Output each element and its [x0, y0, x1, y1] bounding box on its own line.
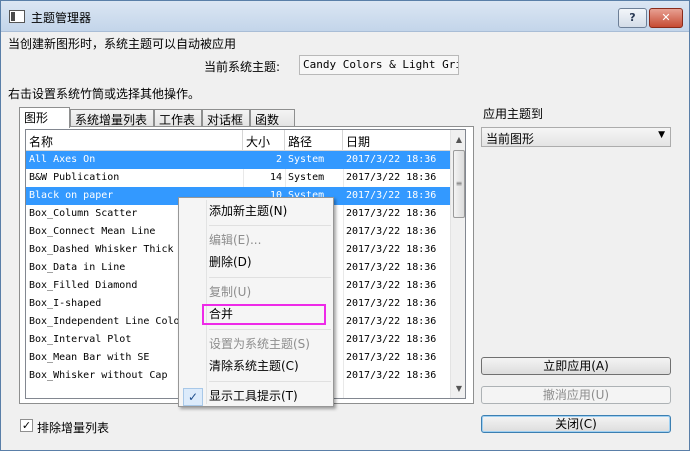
tab-function[interactable]: 函数	[250, 109, 295, 127]
scroll-up-icon[interactable]: ▲	[451, 131, 465, 148]
merge-highlight-box	[202, 304, 326, 325]
cell-name: B&W Publication	[29, 172, 120, 183]
theme-manager-window: 主题管理器 ? ✕ 当创建新图形时，系统主题可以自动被应用 当前系统主题: Ca…	[0, 0, 690, 451]
cell-size: 14	[269, 172, 282, 183]
current-theme-label: 当前系统主题:	[204, 60, 281, 74]
cell-date: 2017/3/22 18:36	[346, 298, 437, 309]
menu-item-copy[interactable]: 复制(U)	[209, 282, 251, 302]
cell-path: System	[288, 154, 325, 165]
title-bar[interactable]: 主题管理器 ? ✕	[1, 1, 689, 32]
column-header-path[interactable]: 路径	[285, 130, 343, 151]
column-header-name[interactable]: 名称	[26, 130, 243, 151]
vertical-scrollbar[interactable]: ▲ ≡ ▼	[450, 130, 465, 398]
scroll-down-icon[interactable]: ▼	[451, 380, 465, 397]
current-theme-field: Candy Colors & Light Grids	[299, 55, 459, 75]
cell-date: 2017/3/22 18:36	[346, 190, 437, 201]
apply-to-value: 当前图形	[486, 132, 535, 146]
menu-separator	[209, 225, 331, 226]
cell-date: 2017/3/22 18:36	[346, 280, 437, 291]
cell-date: 2017/3/22 18:36	[346, 172, 437, 183]
menu-item-delete[interactable]: 删除(D)	[209, 252, 252, 272]
menu-item-set-system-theme[interactable]: 设置为系统主题(S)	[209, 334, 310, 354]
cell-size: 2	[275, 154, 282, 165]
apply-to-dropdown[interactable]: 当前图形 ▼	[481, 127, 671, 147]
cell-date: 2017/3/22 18:36	[346, 244, 437, 255]
cell-date: 2017/3/22 18:36	[346, 262, 437, 273]
help-button[interactable]: ?	[618, 8, 647, 28]
auto-apply-text: 当创建新图形时，系统主题可以自动被应用	[8, 37, 237, 51]
cell-date: 2017/3/22 18:36	[346, 226, 437, 237]
table-row[interactable]: B&W Publication 14 System 2017/3/22 18:36	[26, 169, 450, 187]
menu-item-show-tooltips[interactable]: 显示工具提示(T)	[209, 386, 298, 406]
cell-date: 2017/3/22 18:36	[346, 334, 437, 345]
cell-date: 2017/3/22 18:36	[346, 352, 437, 363]
menu-icon-strip	[206, 200, 207, 404]
instruction-text: 右击设置系统竹筒或选择其他操作。	[8, 87, 201, 101]
menu-item-clear-system-theme[interactable]: 清除系统主题(C)	[209, 356, 299, 376]
cell-date: 2017/3/22 18:36	[346, 370, 437, 381]
window-title: 主题管理器	[31, 11, 92, 25]
column-header-size[interactable]: 大小	[243, 130, 285, 151]
context-menu: 添加新主题(N) 编辑(E)... 删除(D) 复制(U) 合并 设置为系统主题…	[178, 197, 334, 407]
table-row[interactable]: All Axes On 2 System 2017/3/22 18:36	[26, 151, 450, 169]
exclude-increment-label: 排除增量列表	[37, 421, 110, 435]
window-icon	[9, 10, 25, 23]
menu-separator	[209, 329, 331, 330]
exclude-increment-checkbox[interactable]: ✓	[20, 419, 33, 432]
checkmark-icon: ✓	[183, 388, 203, 406]
chevron-down-icon: ▼	[658, 130, 665, 140]
cell-date: 2017/3/22 18:36	[346, 154, 437, 165]
cell-date: 2017/3/22 18:36	[346, 316, 437, 327]
tab-dialog[interactable]: 对话框	[202, 109, 250, 127]
apply-to-label: 应用主题到	[483, 107, 544, 121]
scroll-thumb[interactable]: ≡	[453, 150, 465, 218]
tab-system-increment-list[interactable]: 系统增量列表	[70, 109, 154, 127]
tab-worksheet[interactable]: 工作表	[154, 109, 202, 127]
menu-item-add-theme[interactable]: 添加新主题(N)	[209, 201, 287, 221]
menu-item-edit[interactable]: 编辑(E)...	[209, 230, 261, 250]
menu-separator	[209, 381, 331, 382]
table-header: 名称 大小 路径 日期	[26, 130, 450, 151]
apply-now-button[interactable]: 立即应用(A)	[481, 357, 671, 375]
close-button[interactable]: 关闭(C)	[481, 415, 671, 433]
undo-apply-button[interactable]: 撤消应用(U)	[481, 386, 671, 404]
menu-separator	[209, 277, 331, 278]
close-window-button[interactable]: ✕	[649, 8, 683, 28]
cell-date: 2017/3/22 18:36	[346, 208, 437, 219]
cell-path: System	[288, 172, 325, 183]
cell-name: All Axes On	[29, 154, 96, 165]
column-header-date[interactable]: 日期	[343, 130, 450, 151]
tab-graph[interactable]: 图形	[19, 107, 70, 128]
